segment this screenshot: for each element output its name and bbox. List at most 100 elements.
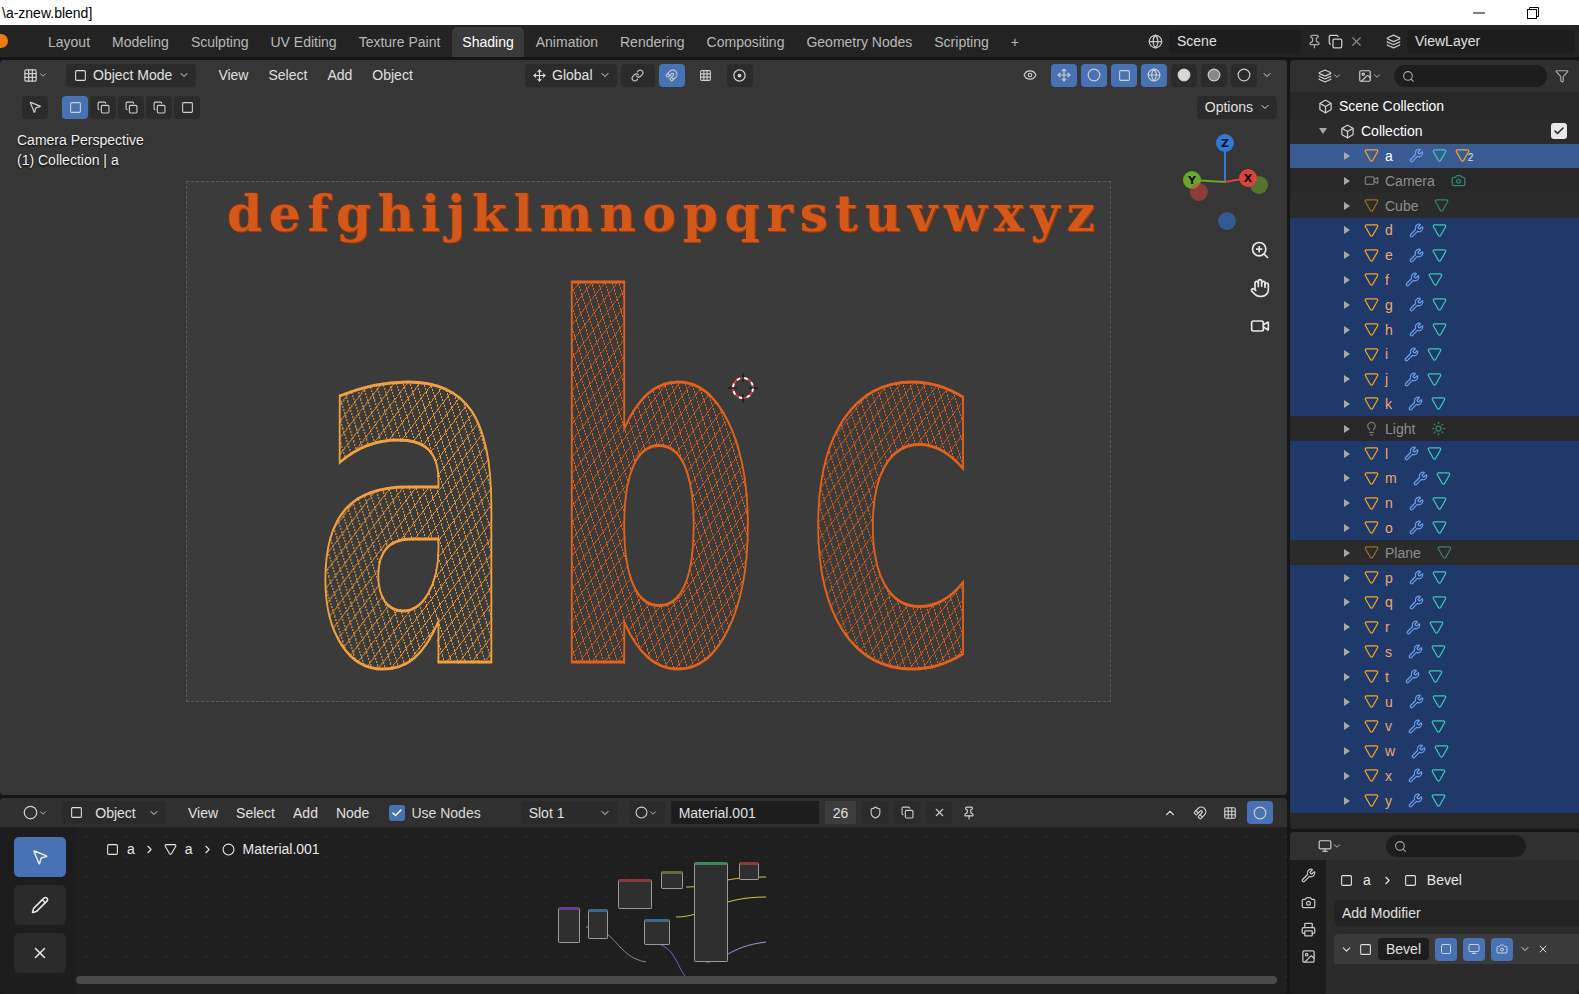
use-nodes-checkbox[interactable]: Use Nodes [381, 805, 488, 821]
checkbox[interactable] [389, 805, 405, 821]
expand-arrow-icon[interactable] [1344, 152, 1350, 160]
editor-type-button[interactable] [1314, 65, 1346, 88]
fake-user-button[interactable] [862, 801, 888, 824]
blender-logo-icon[interactable] [0, 34, 8, 48]
workspace-tab[interactable]: Modeling [102, 27, 179, 57]
3d-viewport[interactable]: Object ModeViewSelectAddObjectGlobalOpti… [0, 60, 1287, 795]
zoom-button[interactable] [1245, 235, 1275, 265]
output-node[interactable] [739, 862, 759, 880]
options-dropdown[interactable]: Options [1197, 96, 1277, 119]
node[interactable] [661, 871, 683, 889]
wireframe-shading[interactable] [1141, 64, 1167, 87]
shader-type-dropdown[interactable]: Object [62, 801, 166, 824]
select-mode-extend[interactable] [90, 96, 116, 119]
scene-letter[interactable]: u [865, 184, 901, 244]
collection-checkbox[interactable] [1551, 123, 1567, 139]
viewport-toggle[interactable] [1463, 938, 1485, 961]
menu-item[interactable]: View [180, 802, 226, 824]
menu-item[interactable]: View [210, 64, 256, 86]
expand-arrow-icon[interactable] [1344, 226, 1350, 234]
scene-letter[interactable]: e [269, 184, 301, 244]
workspace-tab[interactable]: Scripting [924, 27, 998, 57]
editor-type-button[interactable] [18, 64, 52, 87]
slot-dropdown[interactable]: Slot 1 [521, 801, 617, 824]
outliner-item[interactable]: j [1290, 367, 1579, 392]
parent-button[interactable] [1157, 801, 1183, 824]
scene-letter[interactable]: p [683, 184, 718, 244]
snap-target[interactable] [689, 64, 723, 87]
visibility-button[interactable] [1013, 64, 1047, 87]
view-layer-field[interactable]: ViewLayer [1407, 30, 1575, 53]
restore-icon[interactable] [1527, 7, 1539, 19]
minimize-icon[interactable] [1473, 7, 1485, 19]
expand-arrow-icon[interactable] [1344, 202, 1350, 210]
menu-item[interactable]: Add [285, 802, 326, 824]
scene-letter[interactable]: l [514, 184, 533, 244]
pin-button[interactable] [956, 801, 982, 824]
expand-arrow-icon[interactable] [1319, 128, 1327, 134]
outliner-item[interactable]: Light [1290, 416, 1579, 441]
select-mode-intersect[interactable] [174, 96, 200, 119]
select-tool[interactable] [14, 837, 66, 877]
scene-letter[interactable]: m [539, 184, 592, 244]
outliner-item[interactable]: o [1290, 516, 1579, 541]
expand-arrow-icon[interactable] [1344, 251, 1350, 259]
workspace-tab[interactable]: Compositing [697, 27, 795, 57]
scene-letter[interactable]: z [1066, 184, 1094, 244]
expand-arrow-icon[interactable] [1344, 747, 1350, 755]
scene-field[interactable]: Scene [1169, 30, 1301, 53]
snap-toggle[interactable] [659, 64, 685, 87]
workspace-tab[interactable]: Texture Paint [349, 27, 451, 57]
scene-collection-row[interactable]: Scene Collection [1290, 94, 1579, 119]
expand-arrow-icon[interactable] [1344, 698, 1350, 706]
orientation-dropdown[interactable]: Global [525, 64, 617, 87]
snap-button[interactable] [1187, 801, 1213, 824]
node[interactable] [618, 879, 652, 909]
overlay-toggle[interactable] [1247, 801, 1273, 824]
scene-letter[interactable]: i [421, 184, 440, 244]
scene-letter[interactable]: h [378, 184, 414, 244]
menu-item[interactable]: Object [364, 64, 420, 86]
proportional-toggle[interactable] [727, 64, 753, 87]
snap-type[interactable] [1217, 801, 1243, 824]
expand-arrow-icon[interactable] [1344, 549, 1350, 557]
camera-view-button[interactable] [1245, 311, 1275, 341]
scene-letter[interactable]: o [642, 184, 675, 244]
scene-letter[interactable]: k [472, 184, 507, 244]
expand-arrow-icon[interactable] [1344, 425, 1350, 433]
expand-arrow-icon[interactable] [1344, 598, 1350, 606]
horizontal-scrollbar[interactable] [76, 976, 1277, 984]
workspace-tab[interactable]: Rendering [610, 27, 695, 57]
workspace-tab[interactable]: UV Editing [260, 27, 346, 57]
scene-letter[interactable]: v [908, 184, 937, 244]
outliner-item[interactable]: l [1290, 441, 1579, 466]
expand-arrow-icon[interactable] [1344, 450, 1350, 458]
expand-arrow-icon[interactable] [1344, 772, 1350, 780]
outliner-item[interactable]: t [1290, 664, 1579, 689]
outliner-item[interactable]: Camera [1290, 168, 1579, 193]
rendered-shading[interactable] [1231, 64, 1257, 87]
scene-letter[interactable]: q [725, 184, 760, 244]
scene-letter[interactable]: j [447, 184, 465, 244]
outliner-search[interactable] [1394, 65, 1547, 87]
expand-arrow-icon[interactable] [1344, 474, 1350, 482]
workspace-tab[interactable]: Geometry Nodes [796, 27, 922, 57]
large-letter[interactable]: b [547, 239, 762, 739]
links-cut-tool[interactable] [14, 933, 66, 973]
add-workspace-button[interactable]: + [1001, 27, 1029, 57]
select-mode-subtract[interactable] [118, 96, 144, 119]
outliner-item[interactable]: m [1290, 466, 1579, 491]
render-toggle[interactable] [1491, 938, 1513, 961]
menu-item[interactable]: Node [328, 802, 377, 824]
scene-letter[interactable]: r [766, 184, 792, 244]
menu-item[interactable]: Select [260, 64, 315, 86]
expand-arrow-icon[interactable] [1344, 400, 1350, 408]
editor-type-button[interactable] [18, 801, 52, 824]
outliner-item[interactable]: i [1290, 342, 1579, 367]
outliner-item[interactable]: e [1290, 243, 1579, 268]
modifier-name[interactable]: Bevel [1378, 938, 1429, 960]
editor-type-button[interactable] [1314, 835, 1346, 858]
outliner-item[interactable]: d [1290, 218, 1579, 243]
navigation-gizmo[interactable]: ZYX [1175, 132, 1275, 232]
outliner-item[interactable]: Plane [1290, 540, 1579, 565]
